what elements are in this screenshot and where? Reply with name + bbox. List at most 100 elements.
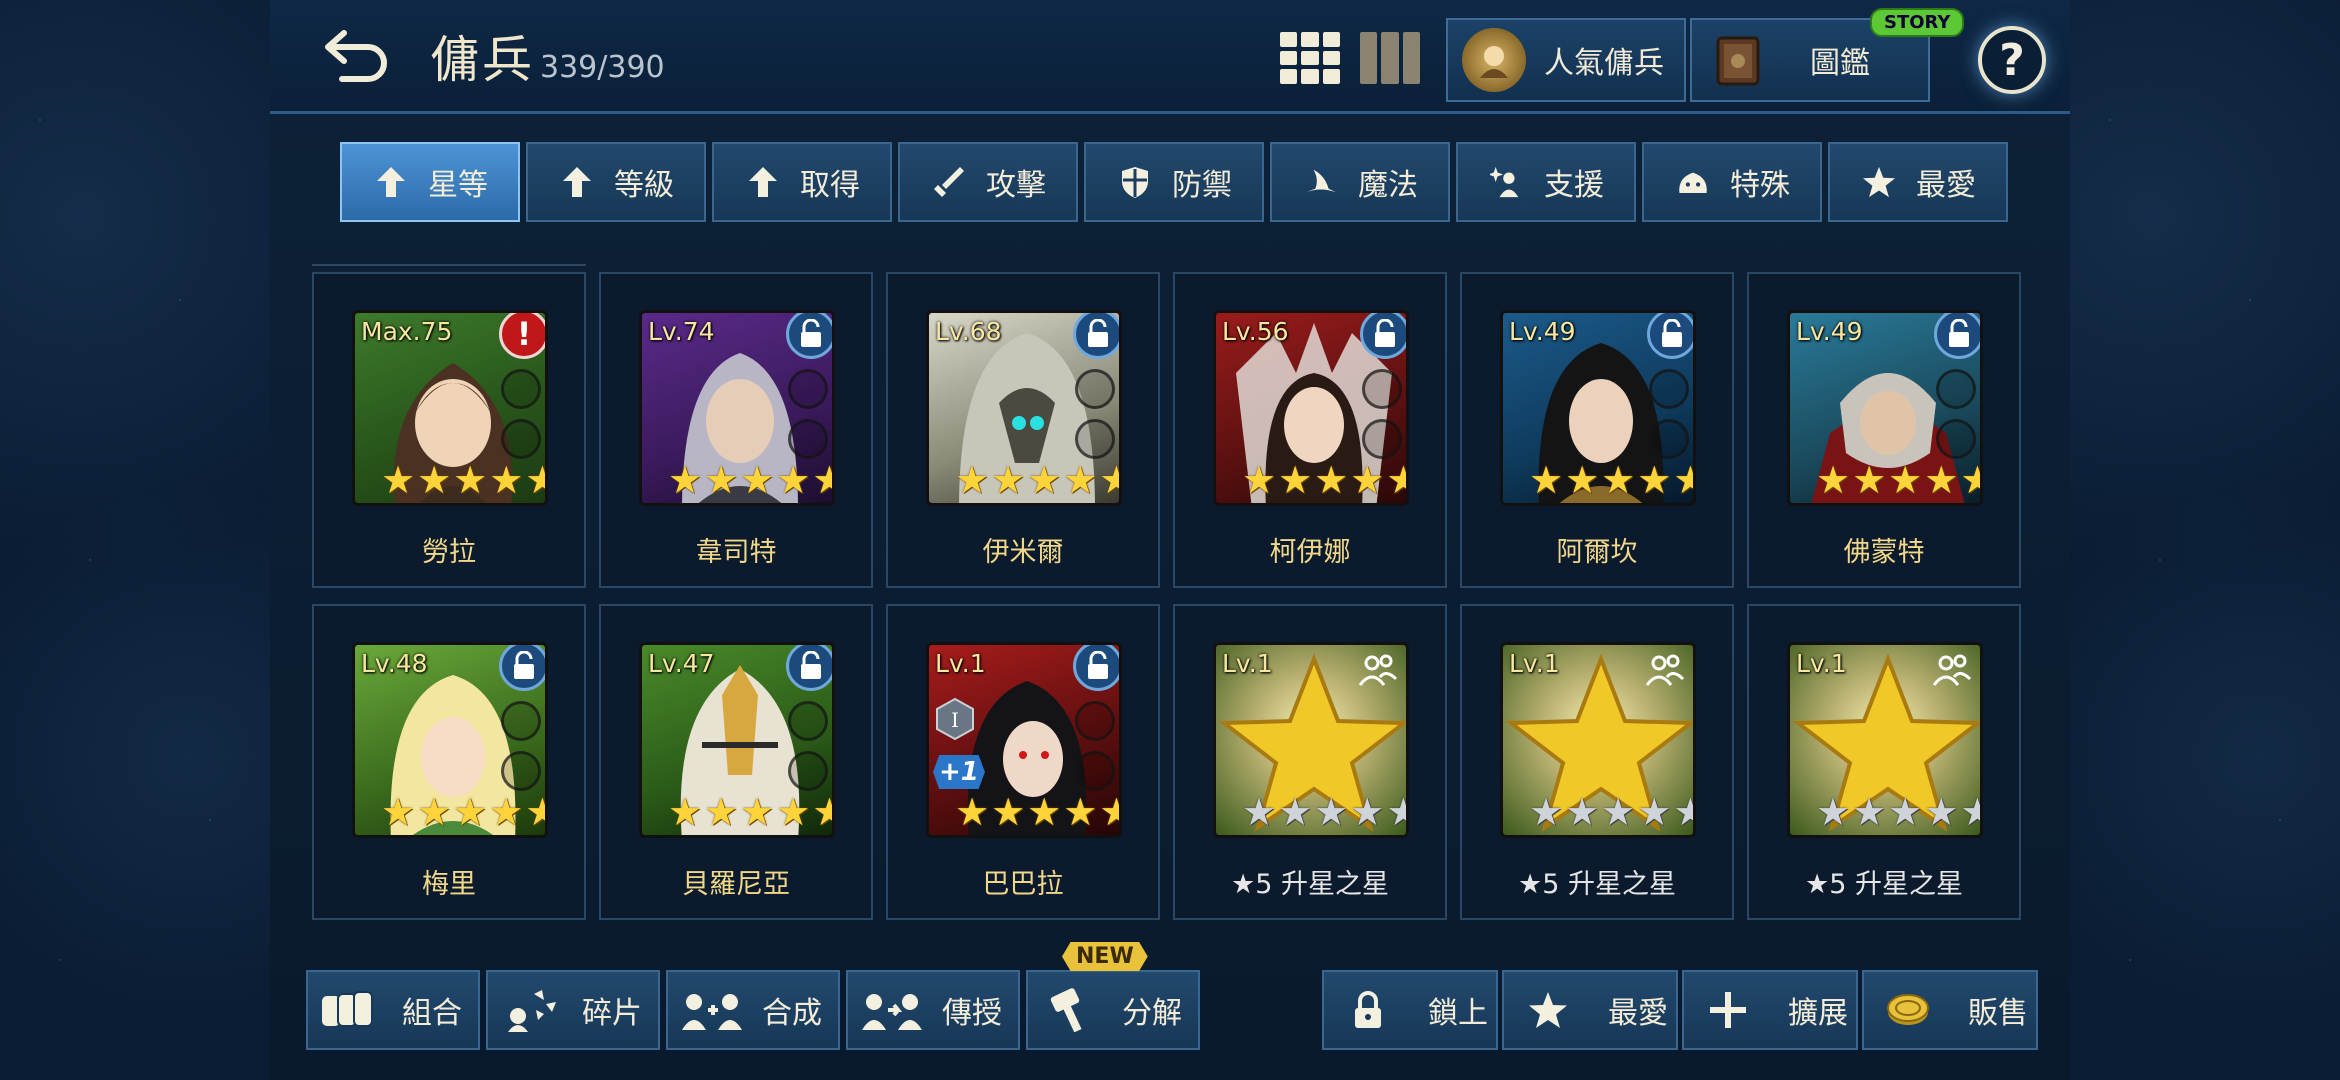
mercenary-card[interactable]: Lv.68 ★★★★★ 伊米爾 [886,272,1160,588]
equip-slots [1075,369,1115,469]
level-label: Lv.1 [935,649,986,678]
slime-icon [1676,165,1710,199]
lock-icon [1336,986,1400,1034]
filter-acquired[interactable]: 取得 [712,142,892,222]
transfer-icon [860,986,924,1034]
favorite-button[interactable]: 最愛 [1502,970,1678,1050]
back-button[interactable] [316,20,396,90]
mercenary-card[interactable]: Lv.47 ★★★★★ 貝羅尼亞 [599,604,873,920]
lock-button[interactable]: 鎖上 [1322,970,1498,1050]
filter-attack[interactable]: 攻擊 [898,142,1078,222]
lock-icon[interactable] [1360,313,1406,359]
star-rating: ★★★★★ [955,458,1119,502]
hero-name: 勞拉 [422,537,476,568]
alert-icon: ! [499,313,545,359]
page-title: 傭兵 [430,31,534,89]
hero-name: ★5 升星之星 [1518,869,1676,900]
star-rating: ★★★★★ [381,458,545,502]
team-icon [320,986,384,1034]
hero-portrait: Lv.49 ★★★★★ [1500,310,1696,506]
grid-view-toggle[interactable] [1280,32,1340,84]
hero-name: 韋司特 [695,537,777,568]
filter-favorite[interactable]: 最愛 [1828,142,2008,222]
star-icon [1516,986,1580,1034]
mercenary-card[interactable]: Lv.1 ★★★★★ ★5 升星之星 [1747,604,2021,920]
plus-icon [1696,986,1760,1034]
team-button[interactable]: 組合 [306,970,480,1050]
level-label: Lv.49 [1796,317,1863,346]
lock-icon[interactable] [786,313,832,359]
scroll-edge-top [312,256,586,266]
filter-level[interactable]: 等級 [526,142,706,222]
equip-slots [501,369,541,469]
filter-special[interactable]: 特殊 [1642,142,1822,222]
mercenary-card[interactable]: Lv.74 ★★★★★ 韋司特 [599,272,873,588]
sparkle-person-icon [1490,165,1524,199]
mercenary-card[interactable]: Lv.49 ★★★★★ 佛蒙特 [1747,272,2021,588]
wizard-hat-icon [1304,165,1338,199]
laurel-portrait-icon [1462,28,1526,92]
mercenary-card[interactable]: Lv.1 ★★★★★ ★5 升星之星 [1173,604,1447,920]
filter-label: 取得 [800,168,860,203]
back-arrow-icon [325,30,387,82]
hero-portrait: Lv.48 ★★★★★ [352,642,548,838]
shards-button[interactable]: 碎片 [486,970,660,1050]
merge-button[interactable]: 合成 [666,970,840,1050]
filter-label: 等級 [614,168,674,203]
hero-portrait: Lv.1 ★★★★★ [1213,642,1409,838]
star-rating: ★★★★★ [955,790,1119,834]
hero-name: ★5 升星之星 [1805,869,1963,900]
star-rating: ★★★★★ [1816,458,1980,502]
plus-badge: +1 [933,755,985,789]
collection-label: 圖鑑 [1810,46,1870,81]
lock-icon[interactable] [499,645,545,691]
level-label: Lv.74 [648,317,715,346]
equip-slots [1936,369,1976,469]
filter-defense[interactable]: 防禦 [1084,142,1264,222]
level-label: Max.75 [361,317,453,346]
hero-portrait: Lv.68 ★★★★★ [926,310,1122,506]
equip-slots [1075,701,1115,801]
hero-portrait: Lv.47 ★★★★★ [639,642,835,838]
transfer-button[interactable]: 傳授 [846,970,1020,1050]
lock-icon[interactable] [1073,313,1119,359]
star-rating: ★★★★★ [668,458,832,502]
column-view-toggle[interactable] [1360,32,1420,84]
filter-label: 魔法 [1358,168,1418,203]
popular-mercenary-button[interactable]: 人氣傭兵 [1446,18,1686,102]
filter-label: 星等 [428,168,488,203]
mercenary-card[interactable]: Lv.56 ★★★★★ 柯伊娜 [1173,272,1447,588]
lock-icon[interactable] [1073,645,1119,691]
level-label: Lv.1 [1796,649,1847,678]
equip-slots [788,701,828,801]
mercenary-card[interactable]: Lv.1 I +1 ★★★★★ 巴巴拉 [886,604,1160,920]
sell-button[interactable]: 販售 [1862,970,2038,1050]
hero-name: ★5 升星之星 [1231,869,1389,900]
expand-button[interactable]: 擴展 [1682,970,1858,1050]
header-bar: 傭兵 339/390 人氣傭兵 圖鑑 STORY ? [270,0,2070,114]
help-button[interactable]: ? [1978,26,2046,94]
lock-icon[interactable] [786,645,832,691]
transfer-label: 傳授 [942,996,1002,1031]
filter-magic[interactable]: 魔法 [1270,142,1450,222]
mercenary-panel: 傭兵 339/390 人氣傭兵 圖鑑 STORY ? 星等 等級 取得 攻擊 防… [270,0,2070,1080]
filter-support[interactable]: 支援 [1456,142,1636,222]
filter-star-rank[interactable]: 星等 [340,142,520,222]
mercenary-card[interactable]: Lv.1 ★★★★★ ★5 升星之星 [1460,604,1734,920]
hero-portrait: Lv.1 I +1 ★★★★★ [926,642,1122,838]
star-rating: ★★★★★ [1242,458,1406,502]
star-rating: ★★★★★ [381,790,545,834]
dismantle-button[interactable]: 分解 [1026,970,1200,1050]
filter-label: 支援 [1544,168,1604,203]
mercenary-card[interactable]: Lv.49 ★★★★★ 阿爾坎 [1460,272,1734,588]
mercenary-card[interactable]: Lv.48 ★★★★★ 梅里 [312,604,586,920]
level-label: Lv.49 [1509,317,1576,346]
filter-label: 防禦 [1172,168,1232,203]
lock-icon[interactable] [1934,313,1980,359]
svg-text:I: I [951,708,959,732]
mercenary-card[interactable]: Max.75 ! ★★★★★ 勞拉 [312,272,586,588]
hero-name: 貝羅尼亞 [682,869,790,900]
level-label: Lv.1 [1509,649,1560,678]
lock-icon[interactable] [1647,313,1693,359]
coin-icon [1876,986,1940,1034]
